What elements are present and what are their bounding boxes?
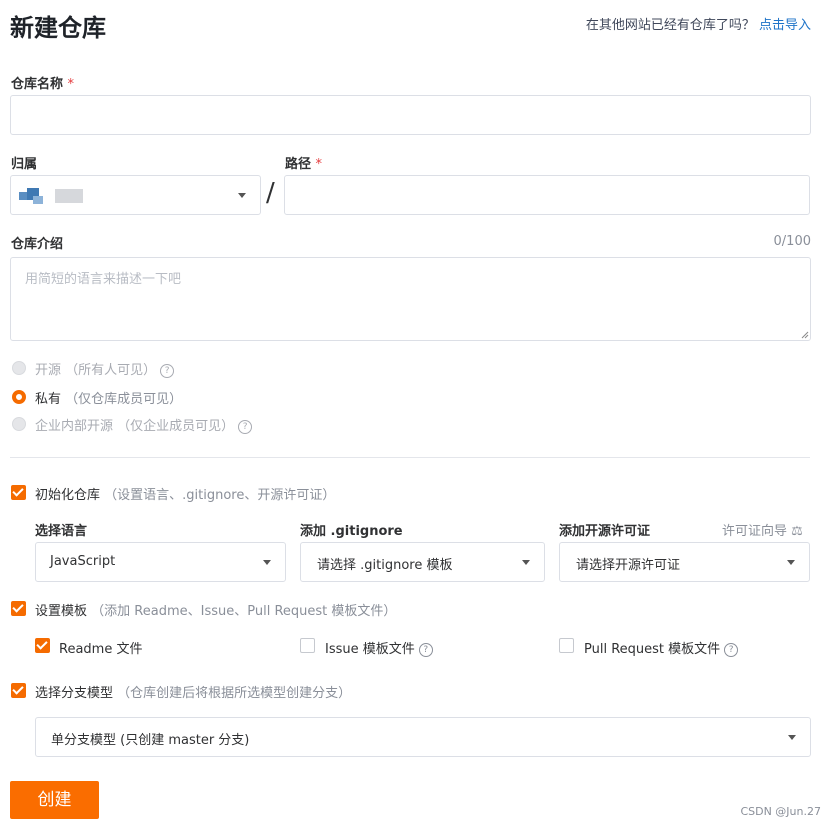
radio-public-label: 开源 （所有人可见）? (35, 359, 175, 378)
scale-icon: ⚖ (791, 524, 803, 539)
path-label-text: 路径 (285, 157, 312, 172)
path-label: 路径 * (285, 153, 322, 172)
radio-enterprise-text: 企业内部开源 (35, 419, 114, 434)
language-value: JavaScript (50, 554, 116, 569)
owner-select[interactable] (10, 175, 261, 215)
help-icon[interactable]: ? (724, 643, 739, 657)
init-repo-checkbox[interactable] (11, 485, 26, 500)
divider (10, 457, 810, 458)
readme-checkbox[interactable] (35, 638, 50, 653)
radio-private-text: 私有 (35, 392, 62, 407)
repo-name-input[interactable] (10, 95, 811, 135)
import-prompt-text: 在其他网站已经有仓库了吗？ (585, 18, 755, 33)
chevron-down-icon (787, 560, 795, 565)
templates-label: 设置模板 （添加 Readme、Issue、Pull Request 模板文件） (35, 600, 396, 619)
gitignore-select[interactable]: 请选择 .gitignore 模板 (300, 542, 545, 582)
watermark: CSDN @Jun.27 (740, 805, 821, 818)
branch-model-checkbox[interactable] (11, 683, 26, 698)
description-textarea[interactable]: 用简短的语言来描述一下吧 (10, 257, 811, 341)
branch-model-value: 单分支模型 (只创建 master 分支) (51, 733, 250, 748)
init-repo-text: 初始化仓库 (35, 488, 101, 503)
templates-checkbox[interactable] (11, 601, 26, 616)
templates-note: （添加 Readme、Issue、Pull Request 模板文件） (91, 604, 397, 619)
import-link[interactable]: 点击导入 (759, 18, 811, 33)
issue-template-label: Issue 模板文件? (325, 638, 433, 657)
chevron-down-icon (263, 560, 271, 565)
description-counter: 0/100 (773, 234, 811, 249)
description-label: 仓库介绍 (11, 237, 64, 252)
license-label: 添加开源许可证 (559, 524, 651, 539)
radio-public-text: 开源 (35, 363, 62, 378)
radio-private[interactable] (12, 390, 26, 404)
help-icon[interactable]: ? (418, 643, 433, 657)
radio-private-label: 私有 （仅仓库成员可见） (35, 388, 182, 407)
resize-handle-icon[interactable] (801, 331, 809, 339)
license-value: 请选择开源许可证 (576, 558, 681, 573)
pr-template-label: Pull Request 模板文件? (584, 638, 739, 657)
language-label: 选择语言 (35, 524, 88, 539)
radio-public-note: （所有人可见） (65, 363, 157, 378)
branch-model-text: 选择分支模型 (35, 686, 114, 701)
help-icon[interactable]: ? (160, 364, 175, 378)
init-repo-label: 初始化仓库 （设置语言、.gitignore、开源许可证） (35, 484, 335, 503)
required-mark: * (315, 157, 323, 172)
page-title: 新建仓库 (10, 14, 106, 42)
path-input[interactable] (284, 175, 810, 215)
license-guide-link[interactable]: 许可证向导 ⚖ (722, 520, 803, 539)
owner-name-blurred (55, 189, 83, 203)
gitignore-value: 请选择 .gitignore 模板 (317, 558, 453, 573)
issue-template-checkbox[interactable] (300, 638, 315, 653)
chevron-down-icon (238, 193, 246, 198)
repo-name-label: 仓库名称 * (11, 73, 74, 92)
language-select[interactable]: JavaScript (35, 542, 286, 582)
radio-enterprise-label: 企业内部开源 （仅企业成员可见）? (35, 415, 253, 434)
templates-text: 设置模板 (35, 604, 88, 619)
issue-template-text: Issue 模板文件 (325, 642, 415, 657)
license-guide-text: 许可证向导 (722, 524, 788, 539)
path-separator: / (266, 178, 275, 208)
branch-model-note: （仓库创建后将根据所选模型创建分支） (117, 686, 352, 701)
create-button[interactable]: 创建 (10, 781, 99, 819)
radio-enterprise-note: （仅企业成员可见） (117, 419, 235, 434)
radio-enterprise[interactable] (12, 417, 26, 431)
repo-name-label-text: 仓库名称 (11, 77, 64, 92)
chevron-down-icon (788, 735, 796, 740)
pr-template-text: Pull Request 模板文件 (584, 642, 721, 657)
gitignore-label: 添加 .gitignore (300, 524, 403, 539)
help-icon[interactable]: ? (238, 420, 253, 434)
license-select[interactable]: 请选择开源许可证 (559, 542, 810, 582)
init-repo-note: （设置语言、.gitignore、开源许可证） (104, 488, 336, 503)
readme-label: Readme 文件 (59, 642, 143, 657)
required-mark: * (67, 77, 75, 92)
pr-template-checkbox[interactable] (559, 638, 574, 653)
import-prompt: 在其他网站已经有仓库了吗？ 点击导入 (586, 14, 811, 33)
chevron-down-icon (522, 560, 530, 565)
owner-label: 归属 (11, 157, 38, 172)
radio-private-note: （仅仓库成员可见） (65, 392, 183, 407)
branch-model-label: 选择分支模型 （仓库创建后将根据所选模型创建分支） (35, 682, 351, 701)
owner-avatar (19, 186, 49, 206)
description-placeholder: 用简短的语言来描述一下吧 (25, 272, 182, 287)
radio-public[interactable] (12, 361, 26, 375)
branch-model-select[interactable]: 单分支模型 (只创建 master 分支) (35, 717, 811, 757)
